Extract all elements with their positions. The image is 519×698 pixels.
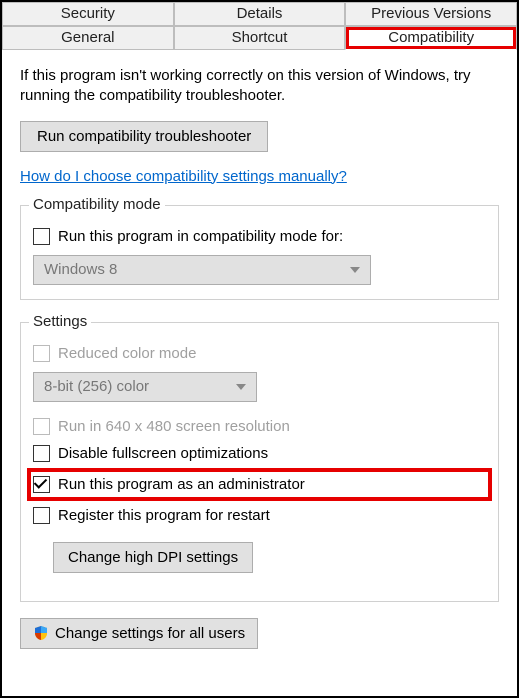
reduced-color-checkbox	[33, 345, 50, 362]
tab-details[interactable]: Details	[174, 2, 346, 26]
change-settings-all-users-label: Change settings for all users	[55, 625, 245, 642]
tab-security[interactable]: Security	[2, 2, 174, 26]
group-compatibility-mode: Compatibility mode Run this program in c…	[20, 205, 499, 300]
run-640x480-row: Run in 640 x 480 screen resolution	[33, 416, 486, 437]
tab-content-compatibility: If this program isn't working correctly …	[2, 50, 517, 659]
run-as-admin-label: Run this program as an administrator	[58, 476, 305, 493]
tab-row-2: General Shortcut Compatibility	[2, 26, 517, 50]
tab-general[interactable]: General	[2, 26, 174, 50]
tab-shortcut[interactable]: Shortcut	[174, 26, 346, 50]
register-restart-row[interactable]: Register this program for restart	[33, 505, 486, 526]
group-settings: Settings Reduced color mode 8-bit (256) …	[20, 322, 499, 602]
compat-mode-checkbox-label: Run this program in compatibility mode f…	[58, 228, 343, 245]
disable-fullscreen-opt-label: Disable fullscreen optimizations	[58, 445, 268, 462]
reduced-color-label: Reduced color mode	[58, 345, 196, 362]
change-dpi-settings-button[interactable]: Change high DPI settings	[53, 542, 253, 573]
run-640x480-label: Run in 640 x 480 screen resolution	[58, 418, 290, 435]
group-compatibility-mode-legend: Compatibility mode	[29, 196, 165, 213]
disable-fullscreen-opt-row[interactable]: Disable fullscreen optimizations	[33, 443, 486, 464]
intro-text: If this program isn't working correctly …	[20, 66, 499, 107]
tab-row-1: Security Details Previous Versions	[2, 2, 517, 26]
run-640x480-checkbox	[33, 418, 50, 435]
tab-strip: Security Details Previous Versions Gener…	[2, 2, 517, 50]
register-restart-label: Register this program for restart	[58, 507, 270, 524]
register-restart-checkbox[interactable]	[33, 507, 50, 524]
run-troubleshooter-button[interactable]: Run compatibility troubleshooter	[20, 121, 268, 152]
run-as-admin-row[interactable]: Run this program as an administrator	[29, 470, 490, 499]
compat-mode-dropdown[interactable]: Windows 8	[33, 255, 371, 285]
tab-previous-versions[interactable]: Previous Versions	[345, 2, 517, 26]
reduced-color-row: Reduced color mode	[33, 343, 486, 364]
disable-fullscreen-opt-checkbox[interactable]	[33, 445, 50, 462]
color-depth-dropdown-value: 8-bit (256) color	[44, 378, 149, 395]
chevron-down-icon	[350, 267, 360, 273]
manual-settings-link[interactable]: How do I choose compatibility settings m…	[20, 168, 347, 185]
compat-mode-dropdown-value: Windows 8	[44, 261, 117, 278]
compat-mode-checkbox-row[interactable]: Run this program in compatibility mode f…	[33, 226, 486, 247]
shield-icon	[33, 625, 49, 641]
compat-mode-checkbox[interactable]	[33, 228, 50, 245]
group-settings-legend: Settings	[29, 313, 91, 330]
tab-compatibility[interactable]: Compatibility	[345, 26, 517, 50]
chevron-down-icon	[236, 384, 246, 390]
change-settings-all-users-button[interactable]: Change settings for all users	[20, 618, 258, 649]
color-depth-dropdown: 8-bit (256) color	[33, 372, 257, 402]
run-as-admin-checkbox[interactable]	[33, 476, 50, 493]
